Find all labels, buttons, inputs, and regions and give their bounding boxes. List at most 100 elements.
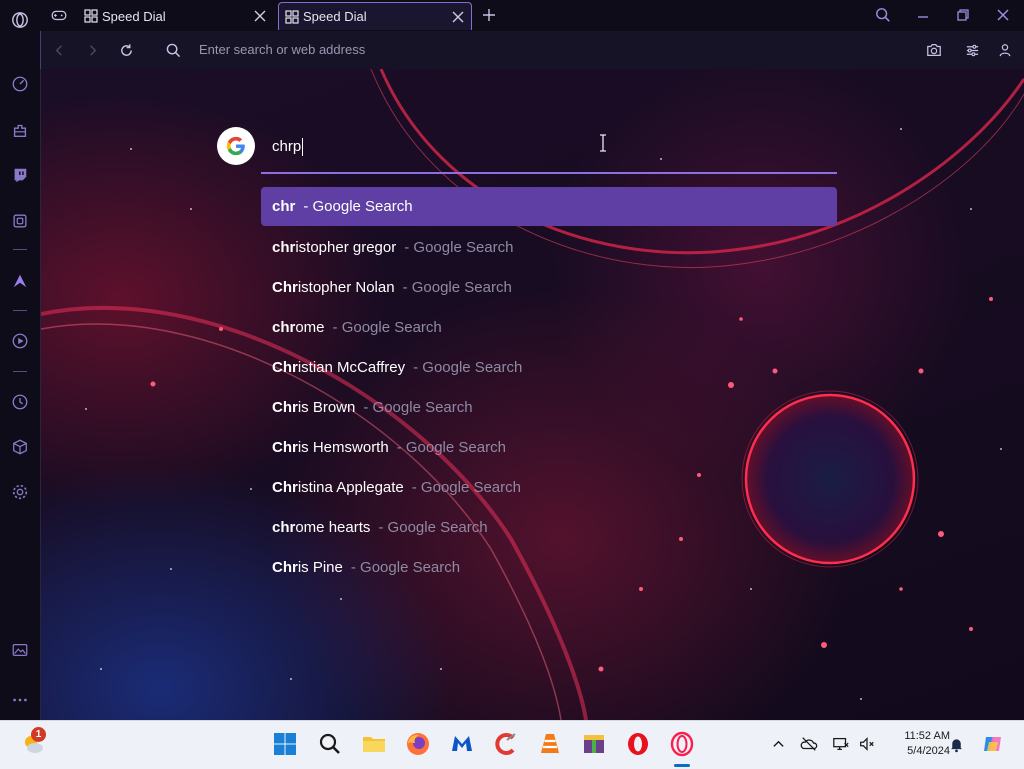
- suggestion-source: - Google Search: [363, 398, 473, 416]
- box-icon[interactable]: [9, 436, 31, 458]
- search-icon[interactable]: [316, 730, 344, 758]
- suggestion-completion: ome: [295, 318, 325, 336]
- ccleaner-icon[interactable]: [492, 730, 520, 758]
- suggestion-source: - Google Search: [402, 278, 512, 296]
- suggestion-item[interactable]: Chr is Pine - Google Search: [261, 547, 837, 587]
- suggestion-completion: istopher Nolan: [297, 278, 395, 296]
- google-icon[interactable]: [217, 127, 255, 165]
- twitch-icon[interactable]: [9, 164, 31, 186]
- suggestion-source: - Google Search: [404, 238, 514, 256]
- history-icon[interactable]: [9, 391, 31, 413]
- archive-icon[interactable]: [580, 730, 608, 758]
- close-window-icon[interactable]: [994, 6, 1012, 24]
- suggestion-match: chr: [272, 198, 296, 215]
- onedrive-offline-icon[interactable]: [800, 735, 818, 753]
- suggestion-item[interactable]: chr ome - Google Search: [261, 307, 837, 347]
- firefox-icon[interactable]: [404, 730, 432, 758]
- suggestion-source: - Google Search: [350, 558, 461, 576]
- search-icon: [164, 41, 182, 59]
- clock[interactable]: 11:52 AM 5/4/2024: [880, 729, 950, 759]
- file-explorer-icon[interactable]: [360, 730, 388, 758]
- search-underline: [261, 172, 837, 174]
- suggestion-completion: istian McCaffrey: [297, 358, 406, 376]
- player-icon[interactable]: [9, 330, 31, 352]
- new-tab-icon[interactable]: [480, 6, 498, 24]
- suggestion-item[interactable]: Chr is Hemsworth - Google Search: [261, 427, 837, 467]
- sidebar-separator: [13, 249, 27, 250]
- close-icon[interactable]: [451, 10, 465, 24]
- suggestion-item[interactable]: chr - Google Search: [261, 187, 837, 226]
- copilot-icon[interactable]: [981, 732, 1005, 756]
- suggestion-source: - Google Search: [332, 318, 442, 336]
- suggestion-list: chr - Google Search chr istopher gregor - G…: [261, 187, 837, 587]
- back-icon[interactable]: [50, 41, 68, 59]
- close-icon[interactable]: [253, 9, 267, 23]
- aria-icon[interactable]: [9, 270, 31, 292]
- search-tabs-icon[interactable]: [874, 6, 892, 24]
- profile-icon[interactable]: [996, 41, 1014, 59]
- ibeam-cursor-icon: [600, 134, 606, 152]
- forward-icon[interactable]: [83, 41, 101, 59]
- tab-label: Speed Dial: [102, 8, 166, 24]
- notification-bell-icon[interactable]: [947, 735, 965, 753]
- suggestion-source: - Google Search: [396, 438, 506, 456]
- network-icon[interactable]: [832, 735, 850, 753]
- restore-icon[interactable]: [954, 6, 972, 24]
- extensions-icon[interactable]: [9, 119, 31, 141]
- suggestion-item[interactable]: Chr is Brown - Google Search: [261, 387, 837, 427]
- minimize-icon[interactable]: [914, 6, 932, 24]
- suggestion-item[interactable]: Chr istopher Nolan - Google Search: [261, 267, 837, 307]
- clock-time: 11:52 AM: [904, 730, 950, 742]
- tab-speed-dial-2[interactable]: Speed Dial: [278, 2, 472, 30]
- suggestion-match: Chr: [272, 278, 298, 296]
- malwarebytes-icon[interactable]: [448, 730, 476, 758]
- volume-muted-icon[interactable]: [858, 735, 876, 753]
- opera-logo-icon[interactable]: [9, 9, 31, 31]
- suggestion-completion: is Pine: [297, 558, 343, 576]
- gamepad-icon[interactable]: [50, 6, 68, 24]
- sidebar-separator: [13, 310, 27, 311]
- suggestion-completion: istopher gregor: [295, 238, 397, 256]
- grid-icon: [285, 9, 299, 24]
- suggestion-item[interactable]: chr ome hearts - Google Search: [261, 507, 837, 547]
- windows-taskbar: 11:52 AM 5/4/2024: [0, 720, 1024, 769]
- suggestion-match: Chr: [272, 438, 298, 456]
- address-input[interactable]: Enter search or web address: [199, 40, 799, 60]
- cube-icon[interactable]: [9, 210, 31, 232]
- suggestion-completion: ome hearts: [295, 518, 371, 536]
- suggestion-match: chr: [272, 238, 296, 256]
- more-icon[interactable]: [9, 689, 31, 711]
- search-query: chrp: [272, 138, 302, 155]
- tab-speed-dial-1[interactable]: Speed Dial: [78, 2, 273, 30]
- suggestion-match: Chr: [272, 398, 298, 416]
- suggestion-item[interactable]: chr istopher gregor - Google Search: [261, 227, 837, 267]
- suggestion-source: - Google Search: [411, 478, 521, 496]
- tab-label: Speed Dial: [303, 9, 367, 24]
- speed-dial-icon[interactable]: [9, 73, 31, 95]
- suggestion-match: chr: [272, 518, 296, 536]
- suggestion-item[interactable]: Chr istian McCaffrey - Google Search: [261, 347, 837, 387]
- camera-icon[interactable]: [925, 41, 943, 59]
- suggestion-completion: istina Applegate: [297, 478, 404, 496]
- reload-icon[interactable]: [117, 41, 135, 59]
- chevron-up-icon[interactable]: [769, 735, 787, 753]
- grid-icon: [84, 9, 98, 23]
- suggestion-source: - Google Search: [413, 358, 523, 376]
- easy-setup-icon[interactable]: [963, 41, 981, 59]
- suggestion-completion: is Hemsworth: [297, 438, 389, 456]
- sidebar: [0, 0, 41, 720]
- settings-icon[interactable]: [9, 481, 31, 503]
- vlc-icon[interactable]: [536, 730, 564, 758]
- suggestion-source: - Google Search: [303, 198, 413, 215]
- opera-icon[interactable]: [624, 730, 652, 758]
- start-icon[interactable]: [271, 730, 299, 758]
- sidebar-separator: [13, 371, 27, 372]
- opera-gx-icon[interactable]: [668, 730, 696, 758]
- suggestion-match: Chr: [272, 478, 298, 496]
- address-bar: Enter search or web address: [40, 31, 1024, 69]
- search-input[interactable]: chrp: [272, 137, 304, 157]
- suggestion-match: Chr: [272, 358, 298, 376]
- wallpaper-icon[interactable]: [9, 639, 31, 661]
- text-caret: [302, 138, 304, 157]
- suggestion-item[interactable]: Chr istina Applegate - Google Search: [261, 467, 837, 507]
